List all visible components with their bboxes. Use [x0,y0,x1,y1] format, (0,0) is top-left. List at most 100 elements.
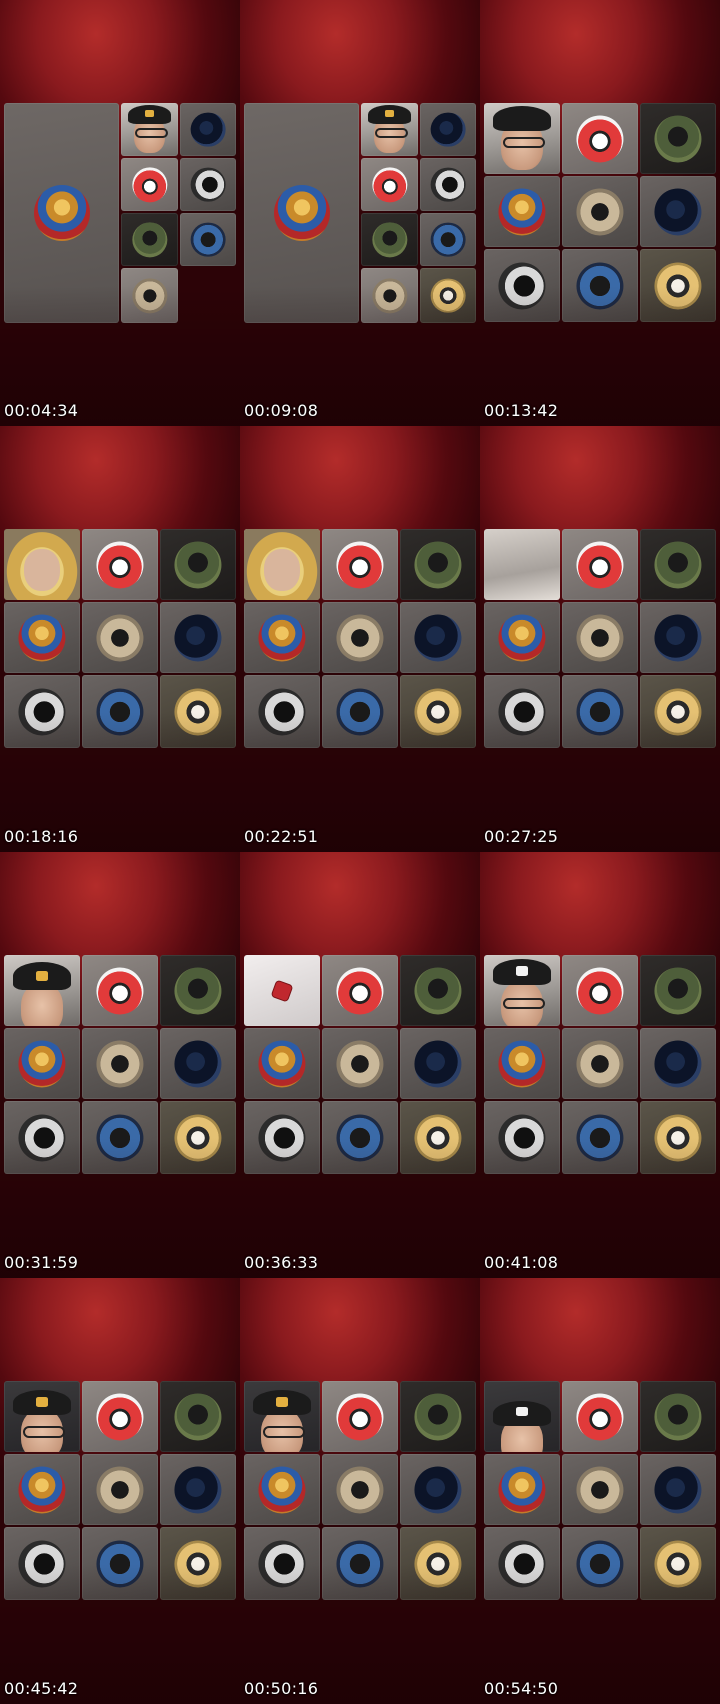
participant-tile[interactable] [4,1028,80,1099]
camera-tile[interactable] [4,1381,80,1452]
participant-tile[interactable] [484,176,560,247]
speaker-tile[interactable] [244,103,359,323]
participant-tile[interactable] [400,1454,476,1525]
participant-tile[interactable] [640,955,716,1026]
participant-tile[interactable] [82,602,158,673]
participant-tile[interactable] [82,675,158,748]
participant-tile[interactable] [82,955,158,1026]
participant-tile[interactable] [640,1028,716,1099]
participant-tile[interactable] [322,675,398,748]
participant-tile[interactable] [640,1381,716,1452]
participant-tile[interactable] [400,1527,476,1600]
participant-tile[interactable] [484,249,560,322]
participant-tile[interactable] [400,1028,476,1099]
participant-tile[interactable] [244,1028,320,1099]
participant-tile[interactable] [420,158,476,211]
participant-tile[interactable] [562,249,638,322]
participant-tile[interactable] [82,1381,158,1452]
participant-tile[interactable] [4,602,80,673]
participant-tile[interactable] [244,1454,320,1525]
participant-tile[interactable] [400,602,476,673]
participant-tile[interactable] [322,1527,398,1600]
participant-tile[interactable] [160,1527,236,1600]
participant-tile[interactable] [160,1028,236,1099]
camera-tile[interactable] [121,103,178,156]
participant-tile[interactable] [180,213,236,266]
participant-tile[interactable] [640,1101,716,1174]
participant-tile[interactable] [160,955,236,1026]
participant-tile[interactable] [121,213,178,266]
participant-tile[interactable] [420,268,476,323]
participant-tile[interactable] [160,529,236,600]
participant-tile[interactable] [82,1101,158,1174]
participant-tile[interactable] [484,1454,560,1525]
participant-tile[interactable] [244,675,320,748]
participant-tile[interactable] [484,675,560,748]
participant-tile[interactable] [82,1527,158,1600]
camera-tile[interactable] [484,103,560,174]
participant-tile[interactable] [400,529,476,600]
participant-tile[interactable] [640,103,716,174]
participant-tile[interactable] [322,1381,398,1452]
speaker-tile[interactable] [4,103,119,323]
participant-tile[interactable] [562,602,638,673]
participant-tile[interactable] [82,1454,158,1525]
participant-tile[interactable] [4,1454,80,1525]
participant-tile[interactable] [322,1101,398,1174]
participant-tile[interactable] [400,1381,476,1452]
participant-tile[interactable] [562,675,638,748]
participant-tile[interactable] [160,602,236,673]
participant-tile[interactable] [82,1028,158,1099]
participant-tile[interactable] [640,602,716,673]
participant-tile[interactable] [4,1527,80,1600]
participant-tile[interactable] [400,675,476,748]
participant-tile[interactable] [484,602,560,673]
participant-tile[interactable] [562,529,638,600]
participant-tile[interactable] [322,602,398,673]
participant-tile[interactable] [322,1028,398,1099]
participant-tile[interactable] [640,675,716,748]
participant-tile[interactable] [180,103,236,156]
camera-tile[interactable] [244,955,320,1026]
participant-tile[interactable] [244,1101,320,1174]
participant-tile[interactable] [4,1101,80,1174]
participant-tile[interactable] [562,176,638,247]
participant-tile[interactable] [322,1454,398,1525]
participant-tile[interactable] [160,1454,236,1525]
participant-tile[interactable] [82,529,158,600]
participant-tile[interactable] [361,268,418,323]
participant-tile[interactable] [562,103,638,174]
participant-tile[interactable] [361,158,418,211]
camera-tile[interactable] [4,529,80,600]
participant-tile[interactable] [4,675,80,748]
participant-tile[interactable] [160,1381,236,1452]
camera-tile[interactable] [244,1381,320,1452]
participant-tile[interactable] [562,1381,638,1452]
participant-tile[interactable] [322,955,398,1026]
participant-tile[interactable] [640,1454,716,1525]
participant-tile[interactable] [562,1028,638,1099]
camera-tile[interactable] [484,955,560,1026]
participant-tile[interactable] [322,529,398,600]
participant-tile[interactable] [400,955,476,1026]
participant-tile[interactable] [420,213,476,266]
participant-tile[interactable] [121,158,178,211]
participant-tile[interactable] [562,1527,638,1600]
participant-tile[interactable] [484,1101,560,1174]
participant-tile[interactable] [361,213,418,266]
participant-tile[interactable] [640,249,716,322]
camera-tile[interactable] [361,103,418,156]
participant-tile[interactable] [160,675,236,748]
participant-tile[interactable] [160,1101,236,1174]
participant-tile[interactable] [121,268,178,323]
camera-tile[interactable] [484,529,560,600]
participant-tile[interactable] [180,158,236,211]
participant-tile[interactable] [484,1028,560,1099]
participant-tile[interactable] [400,1101,476,1174]
participant-tile[interactable] [420,103,476,156]
participant-tile[interactable] [484,1527,560,1600]
participant-tile[interactable] [640,529,716,600]
camera-tile[interactable] [244,529,320,600]
participant-tile[interactable] [244,1527,320,1600]
participant-tile[interactable] [244,602,320,673]
